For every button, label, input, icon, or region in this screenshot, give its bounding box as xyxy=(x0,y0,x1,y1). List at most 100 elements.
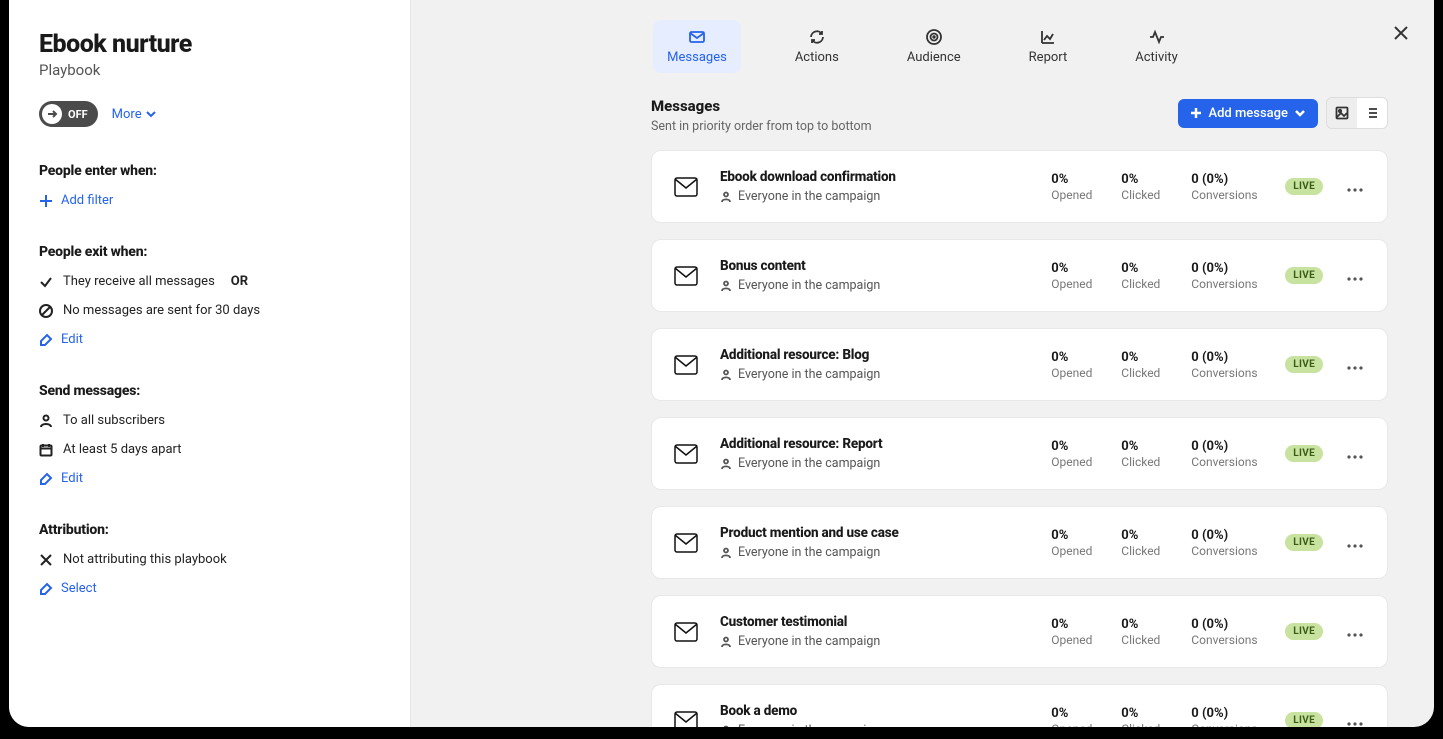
message-title: Additional resource: Blog xyxy=(720,347,1029,363)
stat-opened: 0% Opened xyxy=(1051,350,1099,380)
stat-conversions: 0 (0%) Conversions xyxy=(1191,617,1263,647)
send-rule-subs: To all subscribers xyxy=(39,413,380,428)
view-list-button[interactable] xyxy=(1357,98,1387,128)
activity-icon xyxy=(1148,28,1166,46)
content-title: Messages xyxy=(651,97,872,115)
block-icon xyxy=(39,304,53,318)
message-audience: Everyone in the campaign xyxy=(720,723,1029,727)
edit-exit-button[interactable]: Edit xyxy=(39,332,380,347)
stat-conversions: 0 (0%) Conversions xyxy=(1191,261,1263,291)
chevron-down-icon xyxy=(1294,107,1306,119)
plus-icon xyxy=(1190,107,1202,119)
message-card[interactable]: Bonus content Everyone in the campaign 0… xyxy=(651,239,1388,312)
dots-icon xyxy=(1347,455,1363,459)
message-title-col: Additional resource: Blog Everyone in th… xyxy=(720,347,1029,382)
target-icon xyxy=(925,28,943,46)
status-toggle[interactable]: OFF xyxy=(39,101,98,127)
more-menu[interactable]: More xyxy=(112,107,156,122)
edit-send-button[interactable]: Edit xyxy=(39,471,380,486)
main-panel: Messages Actions Audience Report Activit… xyxy=(411,0,1434,727)
dots-icon xyxy=(1347,188,1363,192)
message-title-col: Bonus content Everyone in the campaign xyxy=(720,258,1029,293)
image-icon xyxy=(1335,106,1349,120)
message-more-button[interactable] xyxy=(1345,444,1365,463)
message-card[interactable]: Book a demo Everyone in the campaign 0% … xyxy=(651,684,1388,727)
person-icon xyxy=(39,414,53,428)
message-card[interactable]: Customer testimonial Everyone in the cam… xyxy=(651,595,1388,668)
mail-icon xyxy=(674,266,698,286)
status-badge: LIVE xyxy=(1285,178,1323,195)
content-subtitle: Sent in priority order from top to botto… xyxy=(651,119,872,134)
playbook-title: Ebook nurture xyxy=(39,30,380,59)
message-more-button[interactable] xyxy=(1345,266,1365,285)
stat-clicked: 0% Clicked xyxy=(1121,706,1169,728)
check-icon xyxy=(39,275,53,289)
add-message-button[interactable]: Add message xyxy=(1178,99,1318,128)
tab-bar: Messages Actions Audience Report Activit… xyxy=(411,0,1434,73)
view-gallery-button[interactable] xyxy=(1327,98,1357,128)
stat-opened: 0% Opened xyxy=(1051,439,1099,469)
tab-activity[interactable]: Activity xyxy=(1121,20,1192,73)
chevron-down-icon xyxy=(146,109,156,119)
sidebar: Ebook nurture Playbook OFF More People e… xyxy=(9,0,411,727)
message-title-col: Additional resource: Report Everyone in … xyxy=(720,436,1029,471)
view-toggle xyxy=(1326,97,1388,129)
attribution-rule: Not attributing this playbook xyxy=(39,552,380,567)
stat-clicked: 0% Clicked xyxy=(1121,350,1169,380)
calendar-icon xyxy=(39,443,53,457)
status-badge: LIVE xyxy=(1285,356,1323,373)
tab-messages[interactable]: Messages xyxy=(653,20,741,73)
status-badge: LIVE xyxy=(1285,712,1323,727)
stat-conversions: 0 (0%) Conversions xyxy=(1191,706,1263,728)
message-title-col: Book a demo Everyone in the campaign xyxy=(720,703,1029,727)
section-attribution-title: Attribution: xyxy=(39,522,380,538)
add-filter-button[interactable]: Add filter xyxy=(39,193,380,208)
edit-icon xyxy=(39,333,53,347)
tab-audience[interactable]: Audience xyxy=(893,20,975,73)
message-card[interactable]: Ebook download confirmation Everyone in … xyxy=(651,150,1388,223)
person-icon xyxy=(720,369,732,381)
message-more-button[interactable] xyxy=(1345,622,1365,641)
message-card[interactable]: Product mention and use case Everyone in… xyxy=(651,506,1388,579)
section-exit: People exit when: They receive all messa… xyxy=(39,244,380,347)
or-label: OR xyxy=(231,274,248,289)
toggle-knob xyxy=(42,104,62,124)
message-more-button[interactable] xyxy=(1345,711,1365,727)
mail-icon xyxy=(674,711,698,728)
stat-conversions: 0 (0%) Conversions xyxy=(1191,172,1263,202)
message-card[interactable]: Additional resource: Blog Everyone in th… xyxy=(651,328,1388,401)
status-badge: LIVE xyxy=(1285,623,1323,640)
message-more-button[interactable] xyxy=(1345,355,1365,374)
mail-icon xyxy=(674,533,698,553)
message-title: Bonus content xyxy=(720,258,1029,274)
dots-icon xyxy=(1347,366,1363,370)
mail-icon xyxy=(674,355,698,375)
tab-report[interactable]: Report xyxy=(1015,20,1082,73)
section-enter: People enter when: Add filter xyxy=(39,163,380,208)
chart-icon xyxy=(1039,28,1057,46)
select-attribution-button[interactable]: Select xyxy=(39,581,380,596)
exit-rule-all: They receive all messages OR xyxy=(39,274,380,289)
message-title: Product mention and use case xyxy=(720,525,1029,541)
section-attribution: Attribution: Not attributing this playbo… xyxy=(39,522,380,596)
mail-icon xyxy=(674,177,698,197)
stat-clicked: 0% Clicked xyxy=(1121,261,1169,291)
message-title: Book a demo xyxy=(720,703,1029,719)
message-more-button[interactable] xyxy=(1345,177,1365,196)
plus-icon xyxy=(39,194,53,208)
message-title: Additional resource: Report xyxy=(720,436,1029,452)
dots-icon xyxy=(1347,544,1363,548)
stat-opened: 0% Opened xyxy=(1051,528,1099,558)
content-area: Messages Sent in priority order from top… xyxy=(411,73,1434,727)
stat-conversions: 0 (0%) Conversions xyxy=(1191,350,1263,380)
mail-icon xyxy=(674,444,698,464)
stat-opened: 0% Opened xyxy=(1051,706,1099,728)
add-filter-label: Add filter xyxy=(61,193,113,208)
message-card[interactable]: Additional resource: Report Everyone in … xyxy=(651,417,1388,490)
dots-icon xyxy=(1347,277,1363,281)
edit-icon xyxy=(39,472,53,486)
section-enter-title: People enter when: xyxy=(39,163,380,179)
messages-list: Ebook download confirmation Everyone in … xyxy=(651,150,1388,727)
message-more-button[interactable] xyxy=(1345,533,1365,552)
tab-actions[interactable]: Actions xyxy=(781,20,853,73)
